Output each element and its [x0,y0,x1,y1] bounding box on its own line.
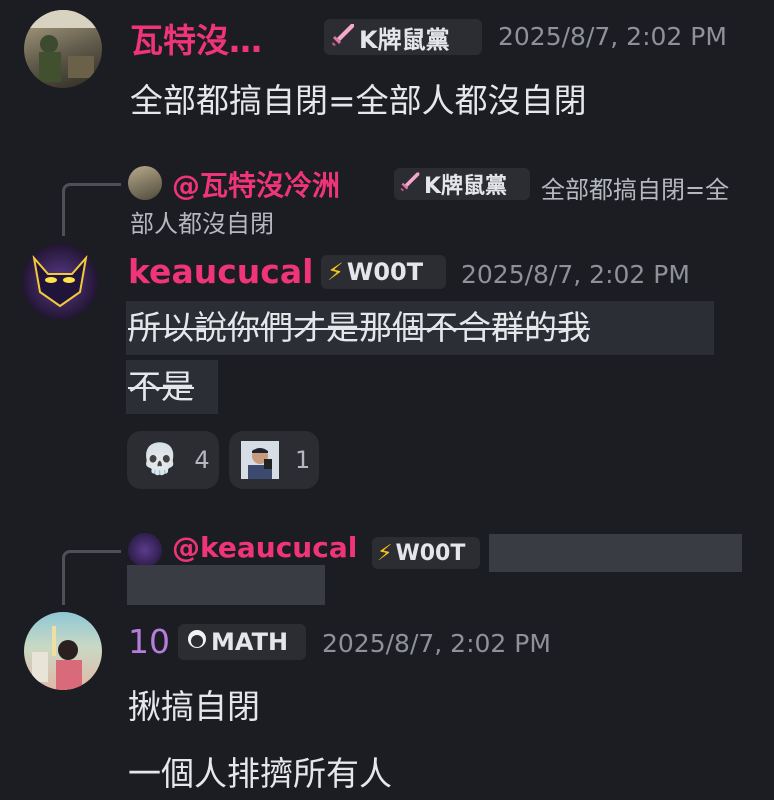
message-2-timestamp[interactable]: 2025/8/7, 2:02 PM [461,260,690,289]
message-3-timestamp[interactable]: 2025/8/7, 2:02 PM [322,629,551,658]
custom-photo-emoji-icon [241,441,279,479]
circle-role-icon [186,628,208,656]
reply-role-tag-label: W00T [395,540,466,566]
sword-icon [330,21,356,53]
reaction-skull[interactable]: 💀 4 [127,431,219,489]
reply-avatar [128,533,162,567]
message-2-author[interactable]: keaucucal [128,252,313,291]
message-3-text-line2: 一個人排擠所有人 [128,754,392,793]
message-2-text-line2: 不是 [126,360,218,414]
redacted-preview-block [489,534,742,572]
reply-author[interactable]: @瓦特沒冷洲 [172,164,340,204]
reply-role-tag-label: K牌鼠黨 [424,174,508,199]
message-1-author[interactable]: 瓦特沒… [130,14,262,62]
skull-icon: 💀 [141,442,179,477]
reply-preview-line2[interactable]: 部人都沒自閉 [130,204,274,239]
reply-role-tag[interactable]: ⚡ W00T [372,537,480,569]
message-1-timestamp[interactable]: 2025/8/7, 2:02 PM [498,22,727,51]
reply-preview-line1[interactable]: 全部都搞自閉=全 [541,170,729,205]
message-3-author[interactable]: 10 [128,622,170,661]
message-2-role-tag[interactable]: ⚡ W00T [321,255,446,289]
avatar-image [32,254,88,308]
message-1-text: 全部都搞自閉=全部人都沒自閉 [130,81,587,120]
message-1-role-tag-label: K牌鼠黨 [359,25,450,54]
avatar-keaucucal[interactable] [22,244,98,320]
reaction-custom-photo-count: 1 [295,446,311,474]
reply-role-tag[interactable]: K牌鼠黨 [394,168,530,200]
reaction-skull-count: 4 [194,446,210,474]
reply-avatar [128,166,162,200]
message-2-role-tag-label: W00T [346,258,424,286]
message-3-role-tag-label: MATH [211,628,289,656]
lightning-icon: ⚡ [377,540,393,566]
redacted-preview-block [127,565,325,605]
avatar-watemo[interactable] [24,10,102,88]
lightning-icon: ⚡ [327,258,344,286]
message-1-role-tag[interactable]: K牌鼠黨 [324,19,482,55]
reply-connector [62,550,121,605]
message-2-text-line1: 所以說你們才是那個不合群的我 [126,301,714,355]
sword-icon [399,170,421,198]
reaction-custom-photo[interactable]: 1 [229,431,319,489]
reply-connector [62,183,121,236]
reply-author[interactable]: @keaucucal [172,531,357,564]
avatar-image [24,10,102,82]
message-3-text-line1: 揪搞自閉 [128,687,260,726]
avatar-image [32,626,82,690]
avatar-10[interactable] [24,612,102,690]
message-3-role-tag[interactable]: MATH [178,624,306,660]
